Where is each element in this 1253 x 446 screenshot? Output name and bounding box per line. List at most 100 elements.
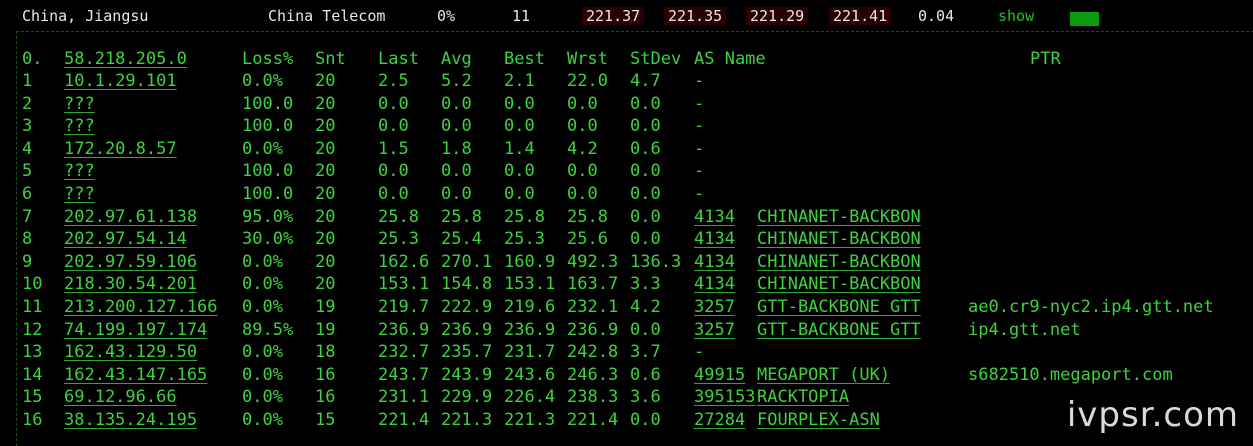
as-name-link[interactable]: GTT-BACKBONE GTT xyxy=(757,296,921,318)
stdev-value: 0.0 xyxy=(630,161,661,182)
best-value: 0.0 xyxy=(504,184,535,204)
hop-number: 4 xyxy=(22,138,33,159)
table-row: 2??? 100.0 20 0.0 0.0 0.0 0.0 0.0 - xyxy=(17,93,1253,115)
snt-value: 16 xyxy=(315,364,336,385)
as-name-link[interactable]: FOURPLEX-ASN xyxy=(757,409,880,431)
loss-value: 0.0% xyxy=(242,342,283,363)
table-row: 6??? 100.0 20 0.0 0.0 0.0 0.0 0.0 - xyxy=(17,183,1253,205)
host-link[interactable]: 213.200.127.166 xyxy=(64,296,218,318)
asn-link[interactable]: 395153 xyxy=(694,386,755,408)
host-link[interactable]: 162.43.147.165 xyxy=(64,364,207,386)
wrst-value: 0.0 xyxy=(567,161,598,182)
asn-link[interactable]: 4134 xyxy=(694,251,735,273)
ptr-value: ip4.gtt.net xyxy=(968,319,1081,340)
host-link[interactable]: 38.135.24.195 xyxy=(64,409,197,431)
host-link[interactable]: 202.97.61.138 xyxy=(64,206,197,228)
stdev-value: 0.0 xyxy=(630,206,661,227)
avg-value: 0.0 xyxy=(441,93,472,114)
summary-isp: China Telecom xyxy=(268,7,386,25)
asn-link[interactable]: 3257 xyxy=(694,296,735,318)
summary-stdev: 0.04 xyxy=(918,7,955,25)
avg-value: 222.9 xyxy=(441,297,493,317)
as-name-link[interactable]: RACKTOPIA xyxy=(757,386,849,408)
host-link[interactable]: 172.20.8.57 xyxy=(64,138,177,160)
stdev-value: 136.3 xyxy=(630,251,682,272)
loss-value: 30.0% xyxy=(242,229,294,250)
asn-link[interactable]: 4134 xyxy=(694,206,735,228)
host-link[interactable]: ??? xyxy=(64,115,95,137)
stdev-value: 0.0 xyxy=(630,93,661,114)
last-value: 221.4 xyxy=(378,410,430,430)
best-value: 219.6 xyxy=(504,297,556,317)
status-indicator xyxy=(1070,12,1099,26)
hop-number: 15 xyxy=(22,387,43,408)
table-row: 10 218.30.54.201 0.0% 20 153.1 154.8 153.1 163.… xyxy=(17,273,1253,295)
host-link[interactable]: 69.12.96.66 xyxy=(64,386,177,408)
best-value: 0.0 xyxy=(504,161,535,182)
best-value: 25.3 xyxy=(504,229,545,250)
as-name-link[interactable]: GTT-BACKBONE GTT xyxy=(757,319,921,341)
best-value: 1.4 xyxy=(504,138,535,159)
loss-value: 0.0% xyxy=(242,387,283,408)
last-value: 232.7 xyxy=(378,342,430,363)
wrst-value: 25.6 xyxy=(567,229,608,250)
wrst-value: 492.3 xyxy=(567,251,619,272)
hop-number: 8 xyxy=(22,229,33,250)
header-snt: Snt xyxy=(315,49,346,69)
hop-number: 12 xyxy=(22,319,43,340)
show-button[interactable]: show xyxy=(998,7,1034,25)
avg-value: 0.0 xyxy=(441,161,472,182)
avg-value: 235.7 xyxy=(441,342,493,363)
as-name-link[interactable]: CHINANET-BACKBON xyxy=(757,273,921,295)
as-name-link[interactable]: CHINANET-BACKBON xyxy=(757,206,921,228)
host-link[interactable]: 218.30.54.201 xyxy=(64,273,197,295)
asn-link: - xyxy=(694,161,705,182)
loss-value: 0.0% xyxy=(242,364,283,385)
as-name-link[interactable]: CHINANET-BACKBON xyxy=(757,228,921,250)
wrst-value: 4.2 xyxy=(567,138,598,159)
best-value: 2.1 xyxy=(504,71,535,91)
stdev-value: 0.0 xyxy=(630,410,661,430)
snt-value: 20 xyxy=(315,93,336,114)
host-link[interactable]: 202.97.54.14 xyxy=(64,228,187,250)
asn-link[interactable]: 4134 xyxy=(694,228,735,250)
last-value: 0.0 xyxy=(378,116,409,137)
avg-value: 25.8 xyxy=(441,206,482,227)
host-link[interactable]: 10.1.29.101 xyxy=(64,70,177,92)
asn-link[interactable]: 49915 xyxy=(694,364,745,386)
table-row: 5??? 100.0 20 0.0 0.0 0.0 0.0 0.0 - xyxy=(17,160,1253,182)
loss-value: 0.0% xyxy=(242,274,283,295)
last-value: 162.6 xyxy=(378,251,430,272)
host-link[interactable]: ??? xyxy=(64,183,95,205)
last-value: 243.7 xyxy=(378,364,430,385)
avg-value: 5.2 xyxy=(441,71,472,91)
host-link[interactable]: 74.199.197.174 xyxy=(64,319,207,341)
asn-link[interactable]: 4134 xyxy=(694,273,735,295)
stdev-value: 0.0 xyxy=(630,116,661,137)
host-link[interactable]: 162.43.129.50 xyxy=(64,341,197,363)
table-row: 12 74.199.197.174 89.5% 19 236.9 236.9 236.9 23… xyxy=(17,319,1253,341)
asn-link[interactable]: 27284 xyxy=(694,409,745,431)
ptr-value: ae0.cr9-nyc2.ip4.gtt.net xyxy=(968,297,1214,317)
source-host-link[interactable]: 58.218.205.0 xyxy=(64,48,187,70)
asn-link: - xyxy=(694,342,705,363)
hop-number: 16 xyxy=(22,410,43,430)
loss-value: 100.0 xyxy=(242,116,294,137)
snt-value: 19 xyxy=(315,297,336,317)
host-link[interactable]: 202.97.59.106 xyxy=(64,251,197,273)
as-name-link[interactable]: MEGAPORT (UK) xyxy=(757,364,890,386)
host-link[interactable]: ??? xyxy=(64,93,95,115)
avg-value: 243.9 xyxy=(441,364,493,385)
summary-location: China, Jiangsu xyxy=(22,7,149,25)
hop-number: 11 xyxy=(22,297,43,317)
stdev-value: 0.6 xyxy=(630,138,661,159)
header-as-name: AS Name xyxy=(694,49,766,69)
summary-hops: 11 xyxy=(512,7,531,25)
host-link[interactable]: ??? xyxy=(64,160,95,182)
snt-value: 20 xyxy=(315,274,336,295)
as-name-link[interactable]: CHINANET-BACKBON xyxy=(757,251,921,273)
wrst-value: 0.0 xyxy=(567,116,598,137)
snt-value: 20 xyxy=(315,184,336,204)
asn-link[interactable]: 3257 xyxy=(694,319,735,341)
summary-avg: 221.35 xyxy=(664,7,727,25)
